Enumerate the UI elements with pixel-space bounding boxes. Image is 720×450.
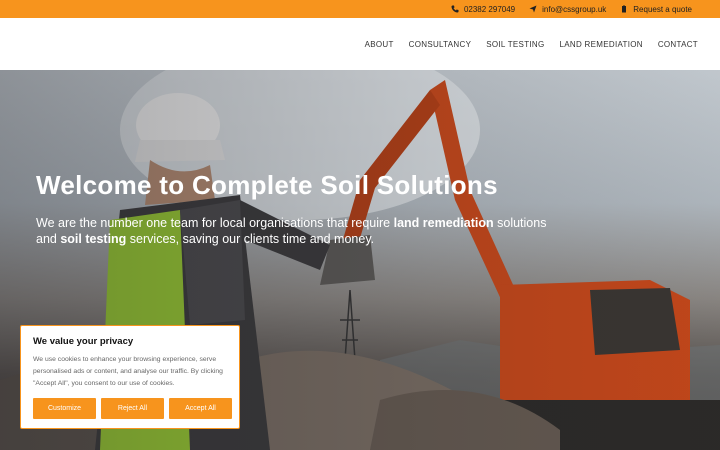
nav-contact[interactable]: CONTACT xyxy=(658,40,698,49)
soil-testing-link[interactable]: soil testing xyxy=(60,232,126,246)
cookie-text: We use cookies to enhance your browsing … xyxy=(33,356,223,387)
accept-all-button[interactable]: Accept All xyxy=(169,398,232,419)
phone-link[interactable]: 02382 297049 xyxy=(451,5,515,14)
land-remediation-link[interactable]: land remediation xyxy=(394,216,494,230)
nav-soil-testing[interactable]: SOIL TESTING xyxy=(486,40,544,49)
hero-description: We are the number one team for local org… xyxy=(36,215,556,247)
clipboard-icon xyxy=(622,5,627,13)
customize-button[interactable]: Customize xyxy=(33,398,96,419)
phone-number: 02382 297049 xyxy=(463,4,516,14)
site-header: ABOUT CONSULTANCY SOIL TESTING LAND REME… xyxy=(0,18,720,70)
email-address: info@cssgroup.uk xyxy=(542,4,607,14)
nav-land-remediation[interactable]: LAND REMEDIATION xyxy=(560,40,643,49)
quote-label: Request a quote xyxy=(633,4,692,14)
nav-consultancy[interactable]: CONSULTANCY xyxy=(409,40,472,49)
quote-link[interactable]: Request a quote xyxy=(620,5,692,14)
top-contact-bar: 02382 297049 info@cssgroup.uk Request a … xyxy=(0,0,720,18)
phone-icon xyxy=(451,5,459,13)
send-icon xyxy=(529,5,537,13)
email-link[interactable]: info@cssgroup.uk xyxy=(529,5,606,14)
cookie-title: We value your privacy xyxy=(33,336,134,347)
cookie-consent-banner: We value your privacy We use cookies to … xyxy=(20,325,240,429)
hero-title: Welcome to Complete Soil Solutions xyxy=(36,170,498,200)
cookie-buttons: Customize Reject All Accept All xyxy=(33,398,232,419)
reject-all-button[interactable]: Reject All xyxy=(101,398,164,419)
hero-text-part: We are the number one team for local org… xyxy=(36,216,394,230)
hero-text-part: services, saving our clients time and mo… xyxy=(126,232,375,246)
nav-about[interactable]: ABOUT xyxy=(365,40,394,49)
main-nav: ABOUT CONSULTANCY SOIL TESTING LAND REME… xyxy=(365,40,698,49)
